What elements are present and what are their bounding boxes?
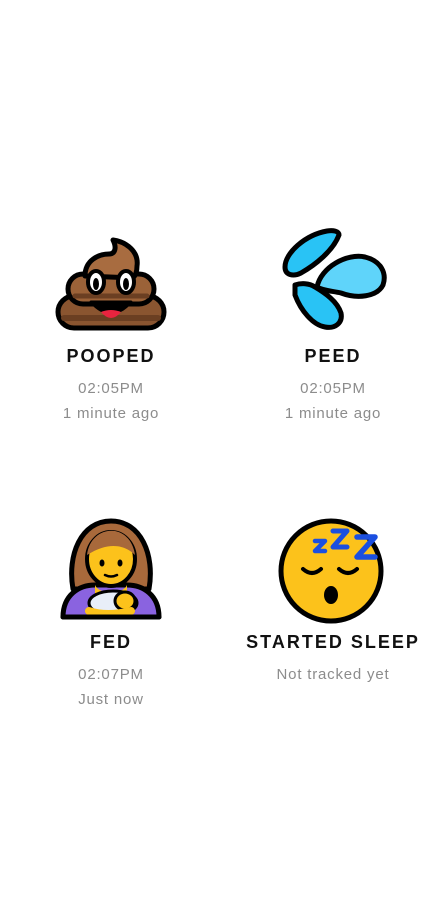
tile-status: Not tracked yet — [276, 666, 390, 683]
sleep-tile[interactable]: STARTED SLEEP Not tracked yet — [222, 512, 444, 683]
tile-relative-time: 1 minute ago — [284, 405, 382, 422]
tile-label: POOPED — [66, 346, 156, 366]
breast-feeding-icon — [60, 518, 162, 620]
pile-of-poo-icon — [55, 237, 167, 331]
sweat-droplets-icon — [282, 228, 387, 330]
tile-time: 02:07PM — [78, 666, 144, 683]
tile-time: 02:05PM — [78, 380, 144, 397]
sleeping-face-icon — [278, 518, 384, 624]
fed-tile[interactable]: FED 02:07PM Just now — [0, 512, 222, 708]
tile-time: 02:05PM — [300, 380, 366, 397]
tile-relative-time: 1 minute ago — [62, 405, 160, 422]
tile-relative-time: Just now — [78, 691, 144, 708]
tile-label: FED — [90, 632, 132, 652]
pooped-tile[interactable]: POOPED 02:05PM 1 minute ago — [0, 232, 222, 422]
tile-label: STARTED SLEEP — [246, 632, 420, 652]
tile-label: PEED — [304, 346, 362, 366]
peed-tile[interactable]: PEED 02:05PM 1 minute ago — [222, 222, 444, 422]
